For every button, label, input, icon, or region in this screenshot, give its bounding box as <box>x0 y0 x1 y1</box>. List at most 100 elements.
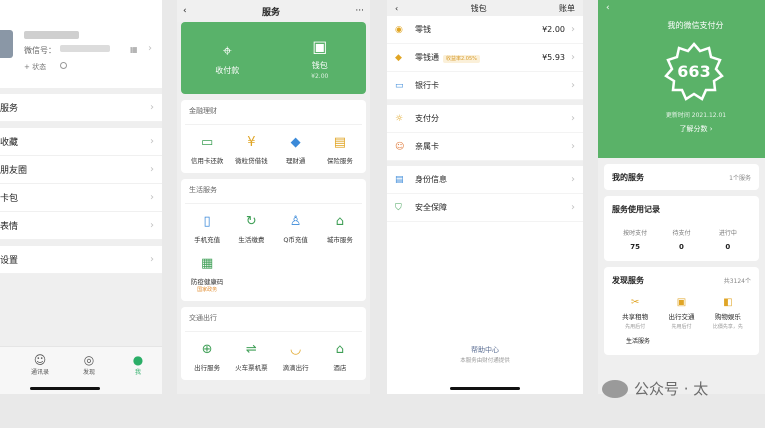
service-label: 保险服务 <box>326 157 353 165</box>
service-label: 火车票机票 <box>235 364 268 372</box>
card-title: 服务使用记录 <box>612 204 660 214</box>
wechat-id-label: 微信号： <box>24 46 56 55</box>
receive-pay-button[interactable]: ⌖ 收付款 <box>181 22 274 94</box>
bill-button[interactable]: 账单 <box>559 3 575 14</box>
row-bank-card[interactable]: ▭ 银行卡 › <box>387 72 583 100</box>
stat-pending[interactable]: 待支付 0 <box>658 228 704 251</box>
service-insurance[interactable]: ▤ 保险服务 <box>318 135 362 165</box>
wallet-button[interactable]: ▣ 钱包 ¥2.00 <box>274 22 367 94</box>
service-wealth[interactable]: ◆ 理财通 <box>274 135 318 165</box>
shield-icon: ⛉ <box>395 202 402 213</box>
watermark: 公众号 · 太 <box>602 378 708 399</box>
chevron-right-icon: › <box>150 220 154 231</box>
profile-card[interactable]: 微信号： ▦ › + 状态 <box>0 0 162 88</box>
menu-item-settings[interactable]: 设置 › <box>0 246 162 274</box>
menu-item-cards[interactable]: 卡包 › <box>0 184 162 212</box>
back-icon[interactable]: ‹ <box>395 4 398 13</box>
stat-label: 按时支付 <box>623 230 648 237</box>
back-icon[interactable]: ‹ <box>183 6 187 16</box>
life-section: 生活服务 ▯ 手机充值 ↻ 生活缴费 ♙ Q币充值 ⌂ 城市服务 ▦ 防疫健康码 国家政务 <box>181 179 366 301</box>
score-hero: ‹ 我的微信支付分 663 更新时间 2021.12.01 了解分数 › <box>598 0 765 158</box>
chevron-right-icon: › <box>150 102 154 113</box>
chevron-right-icon: › <box>148 43 152 54</box>
service-train[interactable]: ⇌ 火车票机票 <box>229 342 273 372</box>
service-hotel[interactable]: ⌂ 酒店 <box>318 342 362 372</box>
menu-label: 收藏 <box>0 138 19 148</box>
life-services-item[interactable]: 生活服务 <box>612 336 751 355</box>
service-health-code[interactable]: ▦ 防疫健康码 国家政务 <box>185 256 229 293</box>
row-pay-score[interactable]: ☼ 支付分 › <box>387 105 583 133</box>
me-menu: 设置 › <box>0 246 162 274</box>
travel-icon: ⊕ <box>201 342 213 357</box>
credit-card-icon: ▭ <box>200 135 214 150</box>
chevron-right-icon: › <box>571 52 575 63</box>
empty-area <box>387 222 583 394</box>
bank-card-icon: ▭ <box>395 80 404 91</box>
service-label: 生活缴费 <box>238 236 265 244</box>
stat-value: 75 <box>630 243 641 251</box>
hotel-icon: ⌂ <box>335 342 344 357</box>
back-icon[interactable]: ‹ <box>606 3 610 13</box>
qr-code-icon[interactable]: ▦ <box>130 45 138 54</box>
row-change-plus[interactable]: ◆ 零钱通 收益率2.05% ¥5.93 › <box>387 44 583 72</box>
discover-transport[interactable]: ▣ 出行交通 先用后付 <box>658 297 704 330</box>
contacts-icon: ☺ <box>33 353 47 367</box>
qr-code-icon: ▦ <box>200 256 214 271</box>
learn-score-link[interactable]: 了解分数 › <box>598 124 765 134</box>
watermark-text: 公众号 · 太 <box>634 380 709 398</box>
wallet-page: ‹ 钱包 账单 ◉ 零钱 ¥2.00 › ◆ 零钱通 收益率2.05% ¥5.93 › ▭ 银行… <box>387 0 583 394</box>
section-title: 金融理财 <box>185 106 362 125</box>
chevron-right-icon: › <box>571 80 575 91</box>
service-bills[interactable]: ↻ 生活缴费 <box>229 214 273 244</box>
row-value: ¥5.93 <box>542 53 565 62</box>
usage-records-card: 服务使用记录 按时支付 75 待支付 0 进行中 0 <box>604 196 759 261</box>
stat-ongoing[interactable]: 进行中 0 <box>705 228 751 251</box>
menu-item-stickers[interactable]: 表情 › <box>0 212 162 240</box>
service-phone-topup[interactable]: ▯ 手机充值 <box>185 214 229 244</box>
avatar[interactable] <box>0 30 13 58</box>
tab-me[interactable]: ● 我 <box>123 353 153 376</box>
city-icon: ⌂ <box>335 214 344 229</box>
section-title: 生活服务 <box>185 185 362 204</box>
chevron-right-icon: › <box>150 192 154 203</box>
tab-discover[interactable]: ◎ 发现 <box>74 353 104 376</box>
row-family-card[interactable]: ☺ 亲属卡 › <box>387 133 583 161</box>
service-loan[interactable]: ¥ 微粒贷借钱 <box>229 135 273 165</box>
row-security[interactable]: ⛉ 安全保障 › <box>387 194 583 222</box>
menu-item-services[interactable]: 服务 › <box>0 94 162 122</box>
discover-count: 共3124个 <box>723 277 751 285</box>
row-change[interactable]: ◉ 零钱 ¥2.00 › <box>387 16 583 44</box>
stat-on-time[interactable]: 按时支付 75 <box>612 228 658 251</box>
discover-label: 购物娱乐 <box>714 313 741 321</box>
service-city[interactable]: ⌂ 城市服务 <box>318 214 362 244</box>
more-icon[interactable]: ··· <box>355 6 364 16</box>
service-label: 微粒贷借钱 <box>235 157 268 165</box>
row-identity[interactable]: ▤ 身份信息 › <box>387 166 583 194</box>
nickname-blurred <box>24 31 79 39</box>
menu-item-moments[interactable]: 朋友圈 › <box>0 156 162 184</box>
service-label: 手机充值 <box>194 236 221 244</box>
insurance-icon: ▤ <box>333 135 347 150</box>
shopping-icon: ◧ <box>723 297 733 308</box>
discover-sublabel: 比價先享，先 <box>712 324 743 330</box>
discover-shopping[interactable]: ◧ 购物娱乐比價先享，先 <box>705 297 751 330</box>
card-title: 我的服务 <box>612 172 644 182</box>
wechat-id-blurred <box>60 45 110 52</box>
service-didi[interactable]: ◡ 滴滴出行 <box>274 342 318 372</box>
service-label: 滴滴出行 <box>282 364 309 372</box>
service-label: Q币充值 <box>283 236 308 244</box>
me-menu: 服务 › <box>0 94 162 122</box>
menu-item-favorites[interactable]: 收藏 › <box>0 128 162 156</box>
service-travel[interactable]: ⊕ 出行服务 <box>185 342 229 372</box>
service-credit-card[interactable]: ▭ 信用卡还款 <box>185 135 229 165</box>
tab-contacts[interactable]: ☺ 通讯录 <box>25 353 55 376</box>
qq-icon: ♙ <box>289 214 302 229</box>
service-label: 理财通 <box>285 157 306 165</box>
discover-rent[interactable]: ✂ 共享租物 先用后付 <box>612 297 658 330</box>
hero-label: 收付款 <box>215 65 240 75</box>
my-services-card[interactable]: 我的服务 1个服务 <box>604 164 759 190</box>
status-ring-icon[interactable] <box>60 62 67 69</box>
status-button[interactable]: + 状态 <box>24 62 46 72</box>
service-qcoin[interactable]: ♙ Q币充值 <box>274 214 318 244</box>
help-center-link[interactable]: 帮助中心 <box>387 345 583 355</box>
